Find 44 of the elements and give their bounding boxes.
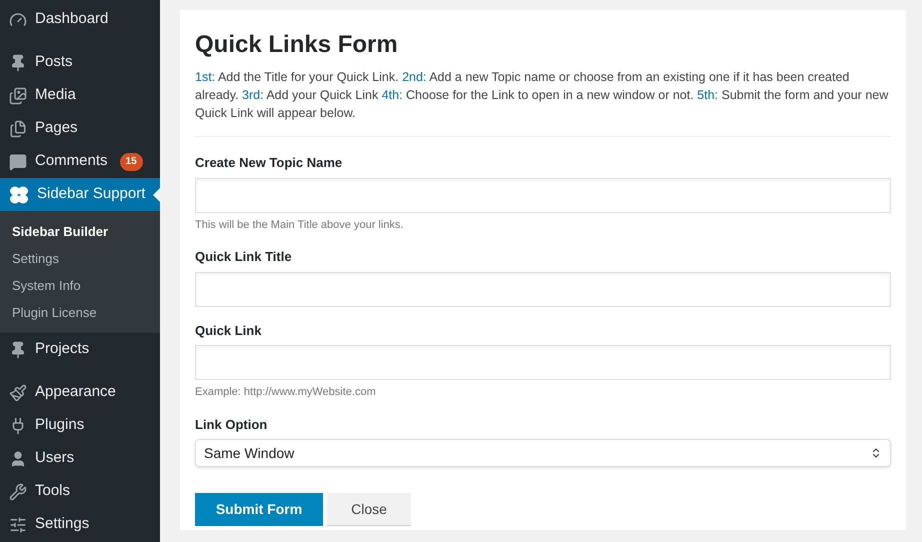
count-badge: 15 [120, 152, 143, 170]
submenu-item[interactable]: Plugin License [0, 299, 160, 326]
pin-icon [9, 340, 27, 358]
sidebar-item[interactable]: Dashboard [0, 3, 160, 36]
updown-arrows-icon [870, 447, 882, 459]
sidebar-item[interactable]: Settings [0, 508, 160, 541]
sidebar-item[interactable]: Users [0, 442, 160, 475]
sidebar-item[interactable]: Pages [0, 112, 160, 145]
pages-icon [9, 120, 27, 138]
form-title: Quick Links Form [195, 30, 399, 60]
input-field[interactable] [195, 345, 891, 380]
field-hint: This will be the Main Title above your links. [195, 218, 404, 232]
input-field[interactable] [195, 272, 891, 306]
field-label: Quick Link Title [195, 248, 293, 266]
select-dropdown[interactable]: Same Window [195, 439, 891, 467]
wrench-icon [9, 482, 27, 500]
submenu-item[interactable]: System Info [0, 272, 160, 299]
sidebar-item[interactable]: Media [0, 79, 160, 112]
sidebar-item[interactable]: Posts [0, 46, 160, 79]
paintbrush-icon [9, 384, 27, 402]
sidebar-item[interactable]: Projects [0, 333, 160, 366]
images-icon [9, 86, 27, 104]
gauge-icon [9, 10, 27, 28]
field-label: Quick Link [195, 322, 262, 340]
submenu-item[interactable]: Settings [0, 245, 160, 272]
speech-bubble-icon [9, 152, 27, 170]
sidebar-item[interactable]: Sidebar Support [0, 178, 160, 211]
sidebar-item[interactable]: Tools [0, 475, 160, 508]
sidebar-item[interactable]: Comments 15 [0, 145, 160, 178]
close-button[interactable]: Close [327, 493, 411, 526]
field-hint: Example: http://www.myWebsite.com [195, 385, 377, 400]
settings-icon [9, 516, 27, 534]
input-field[interactable] [195, 178, 891, 212]
field-label: Create New Topic Name [195, 154, 344, 172]
field-label: Link Option [195, 416, 268, 434]
user-icon [9, 450, 27, 468]
pin-icon [9, 54, 27, 72]
instructions-text: 1st: Add the Title for your Quick Link. 2nd: Add a new Topic name or choose from an existing one if it has been created already. 3rd: Add your Quick Link 4th: Choose for the Link to open in a new window or not. 5th: Submit the form and your new Quick Link will appear below. [195, 68, 891, 137]
sidebar-item[interactable]: Appearance [0, 376, 160, 409]
submit-button[interactable]: Submit Form [195, 493, 323, 526]
clover-icon [9, 184, 29, 204]
sidebar-item[interactable]: Plugins [0, 409, 160, 442]
current-pointer-icon [153, 188, 160, 202]
submenu-item[interactable]: Sidebar Builder [0, 218, 160, 245]
